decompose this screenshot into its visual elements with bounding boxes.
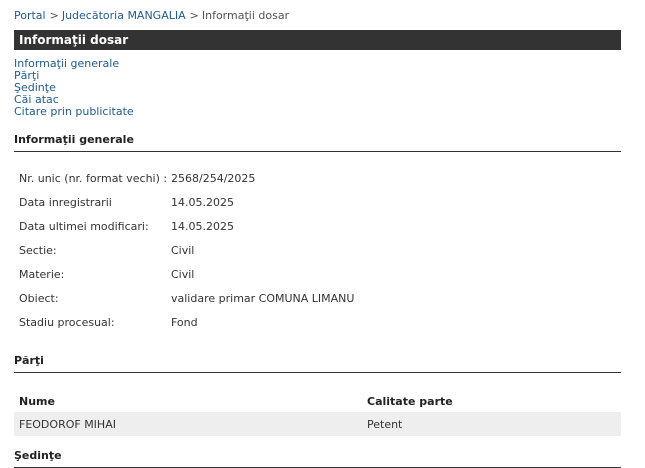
info-value: Civil: [171, 243, 195, 257]
breadcrumb-link-court[interactable]: Judecătoria MANGALIA: [62, 9, 186, 22]
column-header-name: Nume: [19, 394, 55, 408]
info-row-matter: Materie: Civil: [14, 262, 621, 286]
info-label: Stadiu procesual:: [19, 315, 115, 329]
anchor-link-general-info[interactable]: Informaţii generale: [14, 58, 621, 70]
section-heading-text: Şedinţe: [14, 449, 62, 462]
info-row-last-modified: Data ultimei modificari: 14.05.2025: [14, 214, 621, 238]
info-value: 2568/254/2025: [171, 171, 256, 185]
info-value: Fond: [171, 315, 198, 329]
breadcrumb-link-portal[interactable]: Portal: [14, 9, 46, 22]
party-name: FEODOROF MIHAI: [14, 412, 362, 436]
column-header-role: Calitate parte: [367, 394, 453, 408]
breadcrumb: Portal > Judecătoria MANGALIA > Informaţii d…: [14, 0, 621, 30]
info-value: validare primar COMUNA LIMANU: [171, 291, 355, 305]
info-row-registration-date: Data inregistrarii 14.05.2025: [14, 190, 621, 214]
section-heading-text: Informaţii generale: [14, 133, 134, 146]
anchor-link-parties[interactable]: Părţi: [14, 70, 621, 82]
info-label: Sectie:: [19, 243, 57, 257]
section-heading-hearings: Şedinţe: [14, 449, 621, 468]
section-heading-parties: Părţi: [14, 354, 621, 373]
page-title: Informaţii dosar: [19, 33, 129, 47]
info-row-case-number: Nr. unic (nr. format vechi) : 2568/254/2…: [14, 166, 621, 190]
info-label: Materie:: [19, 267, 65, 281]
info-value: Civil: [171, 267, 195, 281]
table-header-row: Nume Calitate parte: [14, 390, 621, 412]
section-heading-text: Părţi: [14, 354, 44, 367]
breadcrumb-separator: >: [189, 9, 199, 22]
table-row: FEODOROF MIHAI Petent: [14, 412, 621, 436]
page-title-bar: Informaţii dosar: [14, 30, 621, 50]
info-label: Nr. unic (nr. format vechi) :: [19, 171, 168, 185]
page-content: Portal > Judecătoria MANGALIA > Informaţii d…: [14, 0, 621, 468]
breadcrumb-current: Informaţii dosar: [201, 9, 290, 22]
info-value: 14.05.2025: [171, 219, 234, 233]
info-value: 14.05.2025: [171, 195, 234, 209]
breadcrumb-separator: >: [49, 9, 59, 22]
info-row-object: Obiect: validare primar COMUNA LIMANU: [14, 286, 621, 310]
section-anchor-links: Informaţii generale Părţi Şedinţe Căi at…: [14, 58, 621, 118]
general-info-table: Nr. unic (nr. format vechi) : 2568/254/2…: [14, 166, 621, 334]
parties-table: Nume Calitate parte FEODOROF MIHAI Peten…: [14, 390, 621, 436]
anchor-link-hearings[interactable]: Şedinţe: [14, 82, 621, 94]
info-row-procedural-stage: Stadiu procesual: Fond: [14, 310, 621, 334]
section-heading-general-info: Informaţii generale: [14, 133, 621, 152]
anchor-link-public-summons[interactable]: Citare prin publicitate: [14, 106, 621, 118]
info-label: Data ultimei modificari:: [19, 219, 149, 233]
info-label: Obiect:: [19, 291, 59, 305]
party-role: Petent: [362, 412, 621, 436]
info-label: Data inregistrarii: [19, 195, 112, 209]
info-row-section: Sectie: Civil: [14, 238, 621, 262]
